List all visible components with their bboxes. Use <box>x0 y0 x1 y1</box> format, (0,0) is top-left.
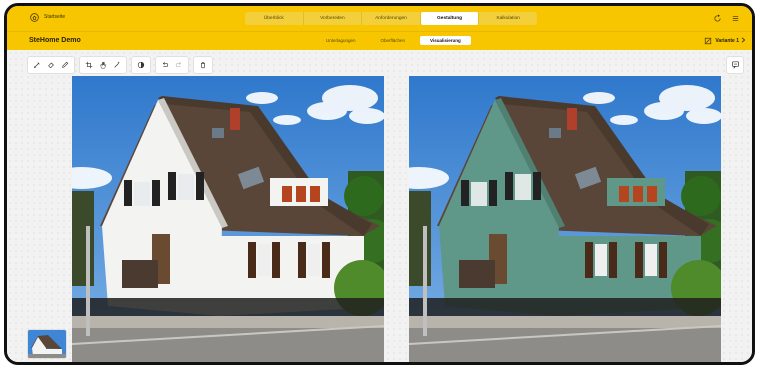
original-house-image[interactable] <box>72 76 384 362</box>
eraser-icon[interactable] <box>46 60 56 70</box>
app-window: Startseite Überblick Vorbereiten Anforde… <box>4 3 755 365</box>
menu-icon[interactable] <box>730 13 740 23</box>
toolbar-group-draw <box>27 56 75 74</box>
crop-icon[interactable] <box>84 60 94 70</box>
hand-icon[interactable] <box>98 60 108 70</box>
variant-selector[interactable]: Variante 1 <box>703 36 746 46</box>
top-right-actions <box>712 13 740 23</box>
tab-vorbereiten[interactable]: Vorbereiten <box>304 12 363 25</box>
visualized-house-image[interactable] <box>409 76 721 362</box>
main-tabs: Überblick Vorbereiten Anforderungen Gest… <box>245 12 537 25</box>
chevron-right-icon <box>741 37 746 45</box>
home-label: Startseite <box>44 14 66 20</box>
comment-icon <box>731 56 740 74</box>
project-subbar: SteHome Demo Unterlagungen Oberflächen V… <box>7 31 752 50</box>
toolbar-group-delete <box>193 56 213 74</box>
contrast-icon[interactable] <box>136 60 146 70</box>
sub-tabs: Unterlagungen Oberflächen Visualisierung <box>316 36 471 45</box>
wand-icon[interactable] <box>112 60 122 70</box>
toolbar-group-select <box>79 56 127 74</box>
home-icon <box>29 12 39 22</box>
tab-label: Gestaltung <box>437 16 463 21</box>
tab-label: Anforderungen <box>375 16 407 21</box>
pen-icon[interactable] <box>60 60 70 70</box>
undo-icon[interactable] <box>160 60 170 70</box>
comment-button[interactable] <box>726 56 744 74</box>
toolbar-group-adjust <box>131 56 151 74</box>
variant-label: Variante 1 <box>715 38 739 44</box>
subtab-unterlagungen[interactable]: Unterlagungen <box>316 36 366 45</box>
tab-anforderungen[interactable]: Anforderungen <box>362 12 421 25</box>
tab-label: Vorbereiten <box>320 16 345 21</box>
tab-ueberblick[interactable]: Überblick <box>245 12 304 25</box>
toolbar-group-history <box>155 56 189 74</box>
trash-icon[interactable] <box>198 60 208 70</box>
top-navigation-bar: Startseite Überblick Vorbereiten Anforde… <box>7 6 752 31</box>
tab-label: Kalkulation <box>496 16 520 21</box>
sync-icon[interactable] <box>712 13 722 23</box>
brush-icon[interactable] <box>32 60 42 70</box>
tab-kalkulation[interactable]: Kalkulation <box>479 12 537 25</box>
project-title: SteHome Demo <box>29 37 81 44</box>
editing-toolbar <box>27 56 213 74</box>
subtab-oberflaechen[interactable]: Oberflächen <box>371 36 416 45</box>
subtab-visualisierung[interactable]: Visualisierung <box>420 36 471 45</box>
redo-icon[interactable] <box>174 60 184 70</box>
home-link[interactable]: Startseite <box>29 12 65 22</box>
image-thumbnail[interactable] <box>27 329 67 359</box>
tab-label: Überblick <box>263 16 284 21</box>
visualization-canvas <box>7 50 752 362</box>
tab-gestaltung[interactable]: Gestaltung <box>420 12 480 25</box>
variant-icon <box>703 36 713 46</box>
